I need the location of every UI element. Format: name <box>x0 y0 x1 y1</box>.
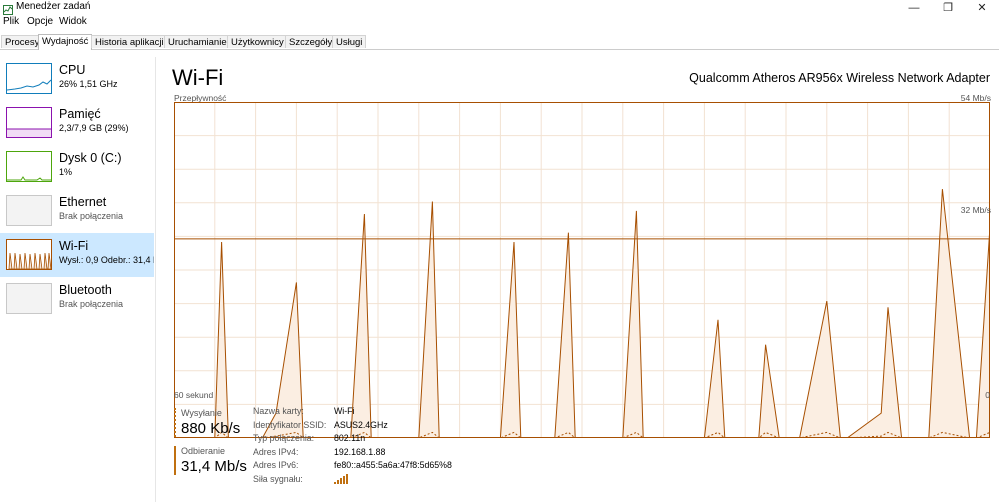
sidebar-item-label: Pamięć <box>59 107 101 121</box>
sidebar-item-detail: 1% <box>59 167 73 177</box>
property-value: Wi-Fi <box>334 406 355 416</box>
signal-bar <box>343 475 345 484</box>
tab-processes[interactable]: Procesy <box>1 35 44 48</box>
signal-bar <box>340 477 342 484</box>
wifi-mini-graph <box>6 239 52 270</box>
receive-rate-block: Odbieranie 31,4 Mb/s <box>174 446 247 475</box>
signal-bar <box>337 479 339 484</box>
x-axis-right-label: 0 <box>985 390 990 400</box>
tab-startup[interactable]: Uruchamianie <box>164 35 231 48</box>
property-key: Typ połączenia: <box>253 433 315 443</box>
resource-sidebar: CPU 26% 1,51 GHz Pamięć 2,3/7,9 GB (29%)… <box>0 57 154 502</box>
sidebar-item-label: Bluetooth <box>59 283 112 297</box>
tab-services[interactable]: Usługi <box>332 35 367 48</box>
sidebar-item-bluetooth[interactable]: Bluetooth Brak połączenia <box>0 277 154 321</box>
property-value: fe80::a455:5a6a:47f8:5d65%8 <box>334 460 452 470</box>
property-value: ASUS2.4GHz <box>334 419 388 430</box>
minimize-button[interactable]: — <box>897 0 931 15</box>
task-manager-icon <box>3 2 13 15</box>
window-title: Menedżer zadań <box>16 1 91 12</box>
sidebar-item-detail: 2,3/7,9 GB (29%) <box>59 123 129 133</box>
sidebar-item-cpu[interactable]: CPU 26% 1,51 GHz <box>0 57 154 101</box>
sidebar-item-detail: 26% 1,51 GHz <box>59 79 118 89</box>
receive-label: Odbieranie <box>181 446 226 456</box>
tab-app-history[interactable]: Historia aplikacji <box>91 35 168 48</box>
title-bar: Menedżer zadań — ❐ ✕ <box>0 0 999 15</box>
sidebar-item-disk[interactable]: Dysk 0 (C:) 1% <box>0 145 154 189</box>
signal-bar <box>334 481 336 484</box>
ethernet-mini-graph <box>6 195 52 226</box>
send-rate-block: Wysyłanie 880 Kb/s <box>174 408 240 437</box>
property-key: Adres IPv6: <box>253 460 299 470</box>
sidebar-item-detail: Wysł.: 0,9 Odebr.: 31,4 Mb/s <box>59 255 154 265</box>
menu-options[interactable]: Opcje <box>27 16 53 27</box>
cpu-mini-graph <box>6 63 52 94</box>
signal-bar <box>346 473 348 484</box>
property-key: Adres IPv4: <box>253 446 299 457</box>
x-axis-left-label: 60 sekund <box>174 390 214 400</box>
sidebar-item-ethernet[interactable]: Ethernet Brak połączenia <box>0 189 154 233</box>
tab-strip: Procesy Wydajność Historia aplikacji Uru… <box>0 34 999 50</box>
property-value: 192.168.1.88 <box>334 446 386 457</box>
property-key: Nazwa karty: <box>253 406 304 416</box>
close-button[interactable]: ✕ <box>965 0 999 15</box>
menu-view[interactable]: Widok <box>59 16 87 27</box>
tab-users[interactable]: Użytkownicy <box>227 35 288 48</box>
disk-mini-graph <box>6 151 52 182</box>
receive-value: 31,4 Mb/s <box>181 458 247 475</box>
throughput-chart <box>174 102 990 438</box>
property-key: Identyfikator SSID: <box>253 419 327 430</box>
sidebar-item-label: Ethernet <box>59 195 107 209</box>
sidebar-item-detail: Brak połączenia <box>59 299 124 309</box>
page-title: Wi-Fi <box>172 65 224 90</box>
sidebar-item-label: Dysk 0 (C:) <box>59 151 122 165</box>
bluetooth-mini-graph <box>6 283 52 314</box>
reference-line-label: 32 Mb/s <box>960 205 991 215</box>
sidebar-item-detail: Brak połączenia <box>59 211 124 221</box>
send-label: Wysyłanie <box>181 408 222 418</box>
send-value: 880 Kb/s <box>181 420 241 437</box>
signal-strength-icon <box>334 473 350 486</box>
sidebar-item-wifi[interactable]: Wi-Fi Wysł.: 0,9 Odebr.: 31,4 Mb/s <box>0 233 154 277</box>
property-key: Siła sygnału: <box>253 473 303 484</box>
memory-mini-graph <box>6 107 52 138</box>
sidebar-item-memory[interactable]: Pamięć 2,3/7,9 GB (29%) <box>0 101 154 145</box>
tab-details[interactable]: Szczegóły <box>285 35 337 48</box>
sidebar-item-label: Wi-Fi <box>59 239 89 253</box>
sidebar-item-label: CPU <box>59 63 86 77</box>
menu-file[interactable]: Plik <box>3 16 19 27</box>
adapter-name: Qualcomm Atheros AR956x Wireless Network… <box>689 71 990 85</box>
property-value: 802.11n <box>334 433 366 443</box>
restore-button[interactable]: ❐ <box>931 0 965 15</box>
tab-performance[interactable]: Wydajność <box>38 34 93 50</box>
performance-detail-panel: Wi-Fi Qualcomm Atheros AR956x Wireless N… <box>156 49 999 502</box>
